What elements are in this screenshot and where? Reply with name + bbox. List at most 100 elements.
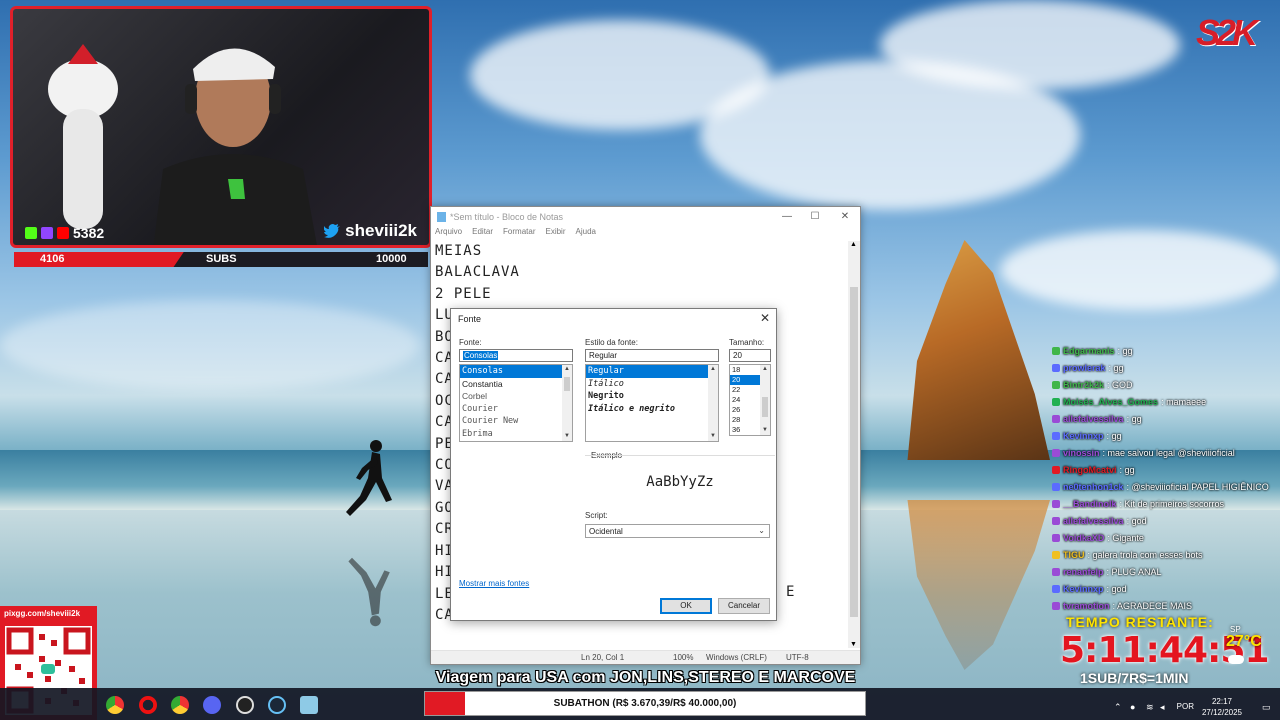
clock[interactable]: 22:17 27/12/2025 (1202, 696, 1242, 718)
chrome-alt-icon[interactable] (171, 696, 189, 714)
chat-text: : AGRADECE MAIS (1112, 600, 1193, 611)
style-input[interactable]: Regular (585, 349, 719, 362)
chat-message: tvramotion: AGRADECE MAIS (1052, 597, 1277, 614)
scroll-up-icon[interactable]: ▲ (562, 365, 572, 374)
close-icon[interactable]: ✕ (837, 211, 853, 222)
notepad-line: BALACLAVA (435, 264, 520, 281)
wifi-icon[interactable]: ≋ (1146, 702, 1154, 713)
notepad-titlebar[interactable]: *Sem título - Bloco de Notas — ☐ ✕ (431, 207, 860, 227)
font-list[interactable]: Consolas Constantia Corbel Courier Courier N… (459, 364, 573, 442)
mic-icon[interactable]: ● (1130, 702, 1135, 712)
platform-badge-icon (1052, 363, 1060, 372)
font-list-item[interactable]: Courier (460, 403, 572, 416)
font-label: Fonte: (459, 338, 482, 347)
menu-editar[interactable]: Editar (472, 227, 493, 241)
script-select[interactable]: Ocidental ⌄ (585, 524, 770, 538)
chat-text: : @sheviiioficial PAPEL HIGIÊNICO (1126, 481, 1269, 492)
scroll-down-icon[interactable]: ▼ (562, 432, 572, 441)
cloud (0, 300, 420, 390)
twitch-icon (41, 227, 53, 239)
sample-box: AaBbYyZz (585, 455, 775, 507)
scroll-thumb[interactable] (850, 287, 858, 617)
scroll-up-icon[interactable]: ▲ (760, 365, 770, 374)
scroll-thumb[interactable] (564, 377, 570, 391)
notepad-icon[interactable] (300, 696, 318, 714)
style-list-scrollbar[interactable]: ▲ ▼ (708, 365, 718, 441)
chat-text: : god (1126, 515, 1147, 526)
cancel-button[interactable]: Cancelar (718, 598, 770, 614)
qr-title: pixgg.com/sheviii2k (4, 609, 81, 618)
scroll-up-icon[interactable]: ▲ (708, 365, 718, 374)
subathon-progress-fill (425, 692, 465, 715)
chat-message: TIGU: galera trola com esses bots (1052, 546, 1277, 563)
dialog-close-icon[interactable]: ✕ (760, 311, 770, 325)
chat-message: allefalvessilva: gg (1052, 410, 1277, 427)
style-list-item[interactable]: Itálico e negrito (586, 403, 718, 416)
chat-username: VoidkaXD (1063, 532, 1105, 543)
chat-message: Moisés_Alves_Gomes: mamaeee (1052, 393, 1277, 410)
ok-button[interactable]: OK (660, 598, 712, 614)
chat-message: Kevinnxp: gg (1052, 427, 1277, 444)
show-more-fonts-link[interactable]: Mostrar mais fontes (459, 579, 529, 588)
line-ending: Windows (CRLF) (706, 653, 767, 662)
maximize-icon[interactable]: ☐ (807, 211, 823, 222)
minimize-icon[interactable]: — (779, 211, 795, 222)
menu-exibir[interactable]: Exibir (545, 227, 565, 241)
platform-badge-icon (1052, 465, 1060, 474)
obs-icon[interactable] (236, 696, 254, 714)
notepad-menubar: Arquivo Editar Formatar Exibir Ajuda (431, 227, 860, 241)
zoom-level: 100% (673, 653, 694, 662)
chat-username: allefalvessilva (1063, 413, 1124, 424)
font-list-item[interactable]: Courier New (460, 415, 572, 428)
chat-message: VoidkaXD: Gigante (1052, 529, 1277, 546)
chat-username: ne0tenhon1ck (1063, 481, 1124, 492)
chat-username: Edgarmanis (1063, 345, 1115, 356)
scroll-up-icon[interactable]: ▲ (850, 241, 857, 248)
font-list-item[interactable]: Constantia (460, 378, 572, 391)
language-indicator[interactable]: POR (1177, 702, 1194, 711)
style-list-item[interactable]: Negrito (586, 390, 718, 403)
twitter-icon (324, 224, 341, 238)
font-list-item[interactable]: Corbel (460, 390, 572, 403)
discord-icon[interactable] (203, 696, 221, 714)
size-input[interactable]: 20 (729, 349, 771, 362)
menu-formatar[interactable]: Formatar (503, 227, 535, 241)
steam-icon[interactable] (268, 696, 286, 714)
notification-icon[interactable]: ▭ (1262, 702, 1271, 713)
runner-silhouette (346, 440, 392, 516)
notepad-scrollbar[interactable]: ▲ ▼ (848, 241, 860, 648)
size-list-scrollbar[interactable]: ▲ ▼ (760, 365, 770, 435)
style-list[interactable]: Regular Itálico Negrito Itálico e negrito ▲… (585, 364, 719, 442)
chat-text: : gg (1108, 362, 1124, 373)
style-label: Estilo da fonte: (585, 338, 638, 347)
style-list-item[interactable]: Regular (586, 365, 718, 378)
scroll-thumb[interactable] (762, 397, 768, 417)
chrome-icon[interactable] (106, 696, 124, 714)
sub-goal-target: 10000 (376, 253, 407, 265)
menu-ajuda[interactable]: Ajuda (576, 227, 596, 241)
scroll-down-icon[interactable]: ▼ (708, 432, 718, 441)
chat-message: Bintr2k2k: GOD (1052, 376, 1277, 393)
opera-icon[interactable] (139, 696, 157, 714)
handle-text: sheviii2k (345, 221, 417, 240)
streamer-handle: sheviii2k (324, 221, 417, 241)
chevron-up-icon[interactable]: ⌃ (1114, 702, 1122, 713)
chat-message: allefalvessilva: god (1052, 512, 1277, 529)
chat-username: RingoMcatvi (1063, 464, 1117, 475)
chat-text: : PLUG ANAL (1106, 566, 1162, 577)
font-list-item[interactable]: Ebrima (460, 428, 572, 441)
font-list-item[interactable]: Consolas (460, 365, 572, 378)
chat-username: Kevinnxp (1063, 583, 1104, 594)
platform-badge-icon (1052, 550, 1060, 559)
chat-username: renanfelp (1063, 566, 1104, 577)
chat-username: __Bandinolk (1063, 498, 1117, 509)
menu-arquivo[interactable]: Arquivo (435, 227, 462, 241)
speaker-icon[interactable]: ◂ (1160, 702, 1165, 713)
style-list-item[interactable]: Itálico (586, 378, 718, 391)
scroll-down-icon[interactable]: ▼ (850, 641, 857, 648)
scroll-down-icon[interactable]: ▼ (760, 426, 770, 435)
font-name-input[interactable]: Consolas (459, 349, 573, 362)
size-list[interactable]: 18 20 22 24 26 28 36 ▲ ▼ (729, 364, 771, 436)
chevron-down-icon: ⌄ (758, 526, 765, 535)
font-list-scrollbar[interactable]: ▲ ▼ (562, 365, 572, 441)
